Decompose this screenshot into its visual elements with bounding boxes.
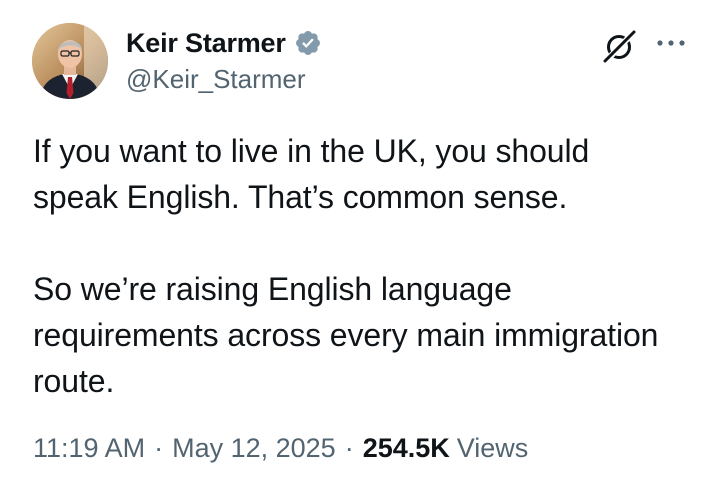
tweet-card: Keir Starmer @Keir_Starmer If you want t…	[0, 0, 720, 489]
avatar-image	[32, 23, 108, 99]
meta-separator: ·	[154, 433, 164, 463]
avatar[interactable]	[32, 23, 108, 99]
tweet-meta: 11:19 AM · May 12, 2025 · 254.5K Views	[33, 433, 528, 464]
more-options-icon[interactable]	[652, 28, 690, 58]
tweet-text: If you want to live in the UK, you shoul…	[33, 133, 659, 399]
tweet-time[interactable]: 11:19 AM	[33, 433, 145, 464]
author-display-name[interactable]: Keir Starmer	[126, 28, 286, 59]
author-name-row: Keir Starmer	[126, 26, 322, 60]
verified-badge-icon[interactable]	[294, 29, 322, 57]
author-handle[interactable]: @Keir_Starmer	[126, 64, 306, 95]
tweet-date[interactable]: May 12, 2025	[172, 433, 336, 464]
views-count[interactable]: 254.5K	[363, 433, 450, 464]
grok-icon[interactable]	[600, 26, 640, 66]
views-label[interactable]: Views	[457, 433, 529, 464]
meta-separator: ·	[344, 433, 354, 463]
